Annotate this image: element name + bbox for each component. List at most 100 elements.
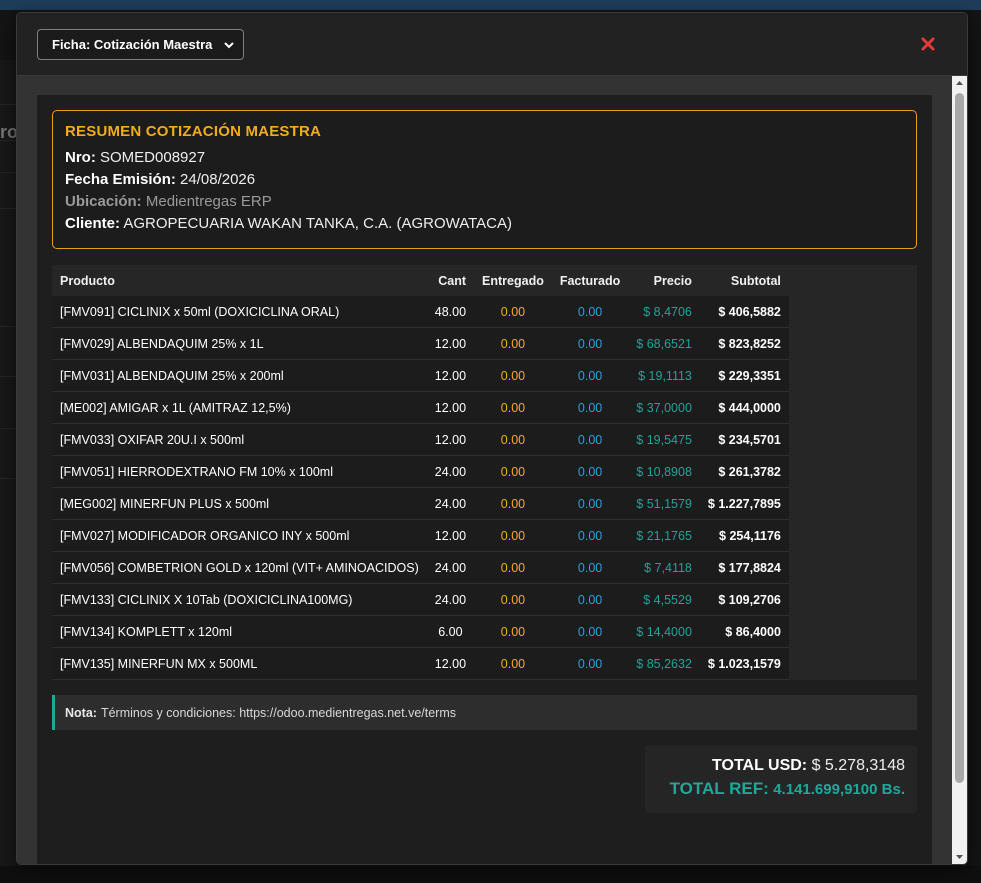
row-facturado: 0.00	[551, 391, 629, 424]
background-divider	[0, 428, 16, 429]
row-facturado: 0.00	[551, 423, 629, 456]
table-row: [FMV134] KOMPLETT x 120ml 6.00 0.00 0.00 $ 1…	[52, 615, 789, 648]
scroll-up-arrow-icon[interactable]	[955, 79, 964, 88]
background-footer	[0, 866, 981, 883]
row-subtotal: $ 86,4000	[699, 615, 789, 648]
table-header-row: Producto Cant Entregado Facturado Precio…	[52, 265, 789, 296]
row-entregado: 0.00	[474, 551, 552, 584]
table-row: [FMV033] OXIFAR 20U.I x 500ml 12.00 0.00 0.…	[52, 423, 789, 456]
row-facturado: 0.00	[551, 327, 629, 360]
cliente-label: Cliente:	[65, 215, 121, 232]
row-subtotal: $ 1.227,7895	[699, 487, 789, 520]
row-cant: 24.00	[426, 583, 475, 616]
scrollbar-thumb[interactable]	[955, 93, 964, 783]
row-entregado: 0.00	[474, 423, 552, 456]
row-cant: 12.00	[426, 647, 475, 680]
row-facturado: 0.00	[551, 455, 629, 488]
summary-fecha: Fecha Emisión: 24/08/2026	[65, 169, 904, 191]
column-header-subtotal: Subtotal	[699, 265, 789, 296]
row-facturado: 0.00	[551, 359, 629, 392]
row-producto: [FMV029] ALBENDAQUIM 25% x 1L	[52, 327, 427, 360]
total-usd-value: $ 5.278,3148	[811, 757, 905, 774]
row-precio: $ 51,1579	[628, 487, 700, 520]
row-subtotal: $ 1.023,1579	[699, 647, 789, 680]
close-button[interactable]	[917, 33, 939, 55]
row-precio: $ 37,0000	[628, 391, 700, 424]
row-producto: [FMV027] MODIFICADOR ORGANICO INY x 500m…	[52, 519, 427, 552]
row-precio: $ 85,2632	[628, 647, 700, 680]
table-row: [FMV135] MINERFUN MX x 500ML 12.00 0.00 0.0…	[52, 647, 789, 680]
table-row: [FMV091] CICLINIX x 50ml (DOXICICLINA OR…	[52, 296, 789, 328]
row-precio: $ 7,4118	[628, 551, 700, 584]
row-entregado: 0.00	[474, 359, 552, 392]
row-precio: $ 68,6521	[628, 327, 700, 360]
summary-card: RESUMEN COTIZACIÓN MAESTRA Nro: SOMED008…	[52, 110, 917, 249]
column-header-entregado: Entregado	[474, 265, 552, 296]
summary-cliente: Cliente: AGROPECUARIA WAKAN TANKA, C.A. …	[65, 213, 904, 235]
row-entregado: 0.00	[474, 583, 552, 616]
table-row: [MEG002] MINERFUN PLUS x 500ml 24.00 0.00 0…	[52, 487, 789, 520]
terms-note: Nota: Términos y condiciones: https://od…	[52, 695, 917, 730]
row-subtotal: $ 254,1176	[699, 519, 789, 552]
row-precio: $ 14,4000	[628, 615, 700, 648]
nro-value: SOMED008927	[100, 149, 206, 166]
row-producto: [ME002] AMIGAR x 1L (AMITRAZ 12,5%)	[52, 391, 427, 424]
total-ref-value: 4.141.699,9100 Bs.	[773, 781, 905, 798]
row-precio: $ 8,4706	[628, 296, 700, 328]
row-cant: 12.00	[426, 327, 475, 360]
row-subtotal: $ 229,3351	[699, 359, 789, 392]
background-divider	[0, 172, 16, 173]
ubicacion-value: Medientregas ERP	[145, 193, 272, 210]
row-subtotal: $ 444,0000	[699, 391, 789, 424]
column-header-facturado: Facturado	[551, 265, 629, 296]
row-facturado: 0.00	[551, 551, 629, 584]
row-producto: [FMV056] COMBETRION GOLD x 120ml (VIT+ A…	[52, 551, 427, 584]
row-cant: 24.00	[426, 551, 475, 584]
table-row: [FMV027] MODIFICADOR ORGANICO INY x 500m…	[52, 519, 789, 552]
close-icon	[921, 37, 935, 51]
background-topbar	[0, 0, 981, 10]
products-table: Producto Cant Entregado Facturado Precio…	[52, 265, 789, 680]
modal-body: RESUMEN COTIZACIÓN MAESTRA Nro: SOMED008…	[17, 76, 967, 864]
row-producto: [FMV134] KOMPLETT x 120ml	[52, 615, 427, 648]
scroll-down-arrow-icon[interactable]	[955, 852, 964, 861]
row-subtotal: $ 261,3782	[699, 455, 789, 488]
row-cant: 12.00	[426, 423, 475, 456]
row-facturado: 0.00	[551, 519, 629, 552]
row-entregado: 0.00	[474, 327, 552, 360]
row-precio: $ 4,5529	[628, 583, 700, 616]
nro-label: Nro:	[65, 149, 96, 166]
row-producto: [FMV031] ALBENDAQUIM 25% x 200ml	[52, 359, 427, 392]
summary-nro: Nro: SOMED008927	[65, 147, 904, 169]
row-entregado: 0.00	[474, 391, 552, 424]
background-divider	[0, 140, 16, 141]
row-entregado: 0.00	[474, 615, 552, 648]
table-row: [FMV056] COMBETRION GOLD x 120ml (VIT+ A…	[52, 551, 789, 584]
background-divider	[0, 208, 16, 209]
background-sidebar: ro	[0, 60, 18, 883]
row-entregado: 0.00	[474, 487, 552, 520]
row-entregado: 0.00	[474, 296, 552, 328]
background-divider	[0, 376, 16, 377]
column-header-precio: Precio	[628, 265, 700, 296]
background-divider	[0, 478, 16, 479]
table-row: [FMV133] CICLINIX X 10Tab (DOXICICLINA10…	[52, 583, 789, 616]
row-entregado: 0.00	[474, 519, 552, 552]
vertical-scrollbar[interactable]	[952, 76, 967, 864]
quotation-sheet: RESUMEN COTIZACIÓN MAESTRA Nro: SOMED008…	[37, 95, 932, 864]
row-producto: [FMV091] CICLINIX x 50ml (DOXICICLINA OR…	[52, 296, 427, 328]
chevron-down-icon	[224, 41, 234, 48]
fecha-label: Fecha Emisión:	[65, 171, 176, 188]
total-ref-label: TOTAL REF:	[669, 779, 769, 798]
total-usd-label: TOTAL USD:	[712, 757, 808, 774]
cliente-value: AGROPECUARIA WAKAN TANKA, C.A. (AGROWATA…	[123, 215, 513, 232]
row-facturado: 0.00	[551, 487, 629, 520]
column-header-cant: Cant	[426, 265, 475, 296]
summary-ubicacion: Ubicación: Medientregas ERP	[65, 191, 904, 213]
row-facturado: 0.00	[551, 296, 629, 328]
sheet-select[interactable]: Ficha: Cotización Maestra	[37, 29, 244, 60]
row-cant: 48.00	[426, 296, 475, 328]
background-divider	[0, 104, 16, 105]
row-cant: 24.00	[426, 487, 475, 520]
note-text: Términos y condiciones: https://odoo.med…	[100, 705, 456, 720]
